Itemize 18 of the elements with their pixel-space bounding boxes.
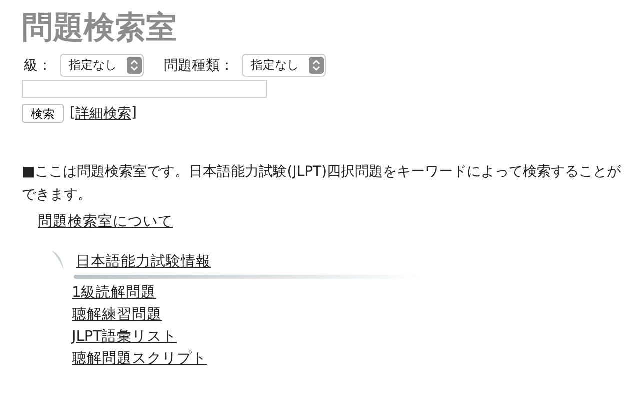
- dropdown-arrows-icon: [309, 57, 324, 74]
- filter-label: 問題種類：: [164, 56, 234, 74]
- info-link[interactable]: JLPT語彙リスト: [72, 327, 177, 346]
- filter-label: 級：: [24, 56, 52, 74]
- dropdown-arrows-icon: [127, 57, 142, 74]
- page-title: 問題検索室: [22, 9, 177, 48]
- info-link[interactable]: 1級読解問題: [72, 283, 156, 302]
- swoosh-icon: [52, 251, 64, 270]
- advanced-search-link[interactable]: [詳細検索]: [70, 104, 137, 122]
- info-link[interactable]: 聴解練習問題: [72, 305, 162, 324]
- about-link[interactable]: 問題検索室について: [38, 212, 173, 231]
- search-field[interactable]: [22, 80, 267, 98]
- search-button[interactable]: 検索: [22, 104, 64, 123]
- section-heading-link[interactable]: 日本語能力試験情報: [76, 252, 211, 272]
- dropdown[interactable]: 指定なし: [242, 54, 326, 77]
- dropdown[interactable]: 指定なし: [60, 54, 144, 77]
- info-link[interactable]: 聴解問題スクリプト: [72, 349, 207, 368]
- intro-text: ■ここは問題検索室です。日本語能力試験(JLPT)四択問題をキーワードによって検索することができます。: [22, 163, 622, 205]
